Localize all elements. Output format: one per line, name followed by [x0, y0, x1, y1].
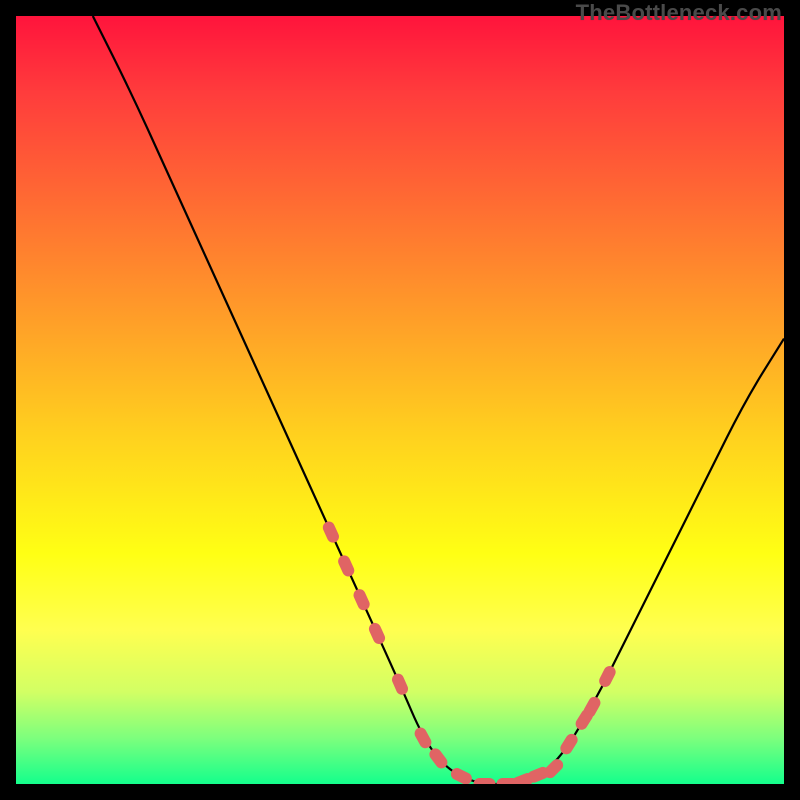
- curve-markers: [321, 520, 618, 784]
- curve-svg: [16, 16, 784, 784]
- curve-marker-pill: [352, 587, 372, 612]
- attribution-text: TheBottleneck.com: [576, 0, 782, 26]
- curve-marker-pill: [474, 778, 496, 784]
- curve-marker-pill: [336, 553, 356, 578]
- curve-marker-pill: [367, 621, 387, 646]
- plot-area: [16, 16, 784, 784]
- curve-marker-pill: [597, 664, 618, 689]
- bottleneck-curve-line: [93, 16, 784, 784]
- curve-marker-pill: [321, 520, 341, 545]
- chart-container: TheBottleneck.com: [0, 0, 800, 800]
- curve-marker-pill: [449, 766, 474, 784]
- curve-marker-pill: [390, 672, 410, 697]
